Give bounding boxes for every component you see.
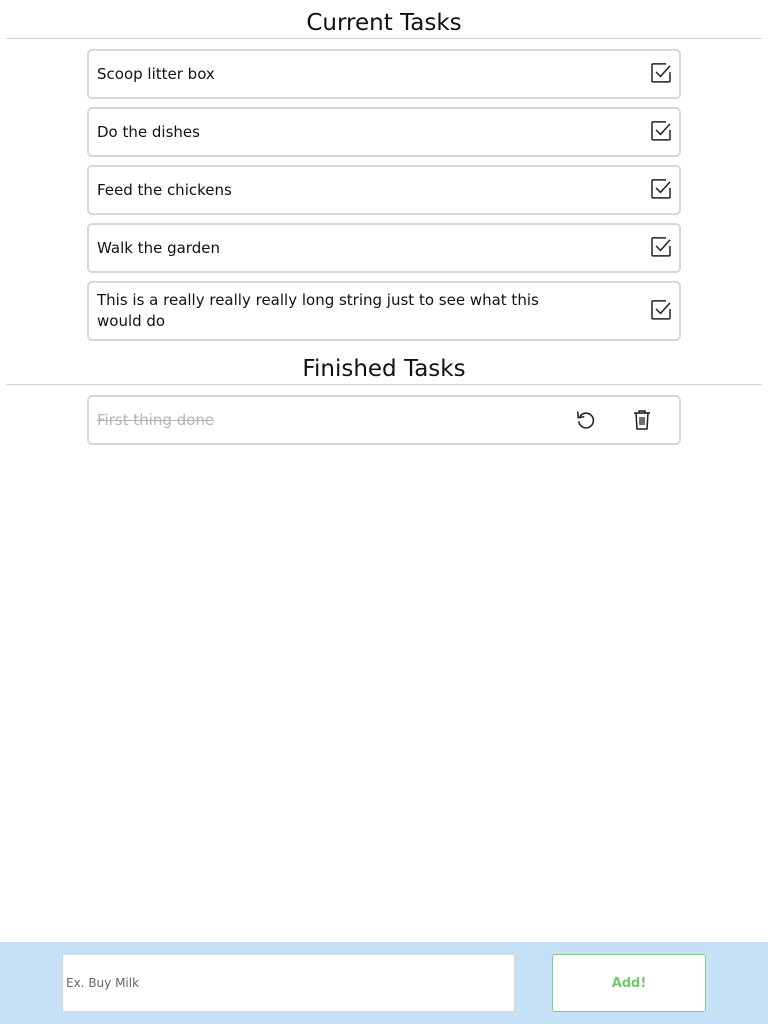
current-task-item: This is a really really really long stri… <box>87 281 681 341</box>
finished-tasks-divider <box>6 384 762 385</box>
finished-task-item: First thing done <box>87 395 681 445</box>
current-tasks-divider <box>6 38 762 39</box>
task-label: Walk the garden <box>97 238 220 257</box>
current-task-item: Feed the chickens <box>87 165 681 215</box>
complete-checkbox-icon[interactable] <box>650 62 672 84</box>
task-label: Do the dishes <box>97 122 200 141</box>
add-task-bar: Add! <box>0 942 768 1024</box>
current-task-item: Walk the garden <box>87 223 681 273</box>
current-task-item: Scoop litter box <box>87 49 681 99</box>
todo-app: Current Tasks Scoop litter box Do the di… <box>0 0 768 1024</box>
finished-tasks-title: Finished Tasks <box>302 356 466 382</box>
undo-icon[interactable] <box>575 409 597 431</box>
add-button[interactable]: Add! <box>552 954 706 1012</box>
current-task-list: Scoop litter box Do the dishes Feed the … <box>87 49 681 341</box>
current-tasks-title: Current Tasks <box>306 10 462 36</box>
current-task-item: Do the dishes <box>87 107 681 157</box>
task-label: This is a really really really long stri… <box>97 291 539 330</box>
complete-checkbox-icon[interactable] <box>650 236 672 258</box>
complete-checkbox-icon[interactable] <box>650 120 672 142</box>
complete-checkbox-icon[interactable] <box>650 178 672 200</box>
trash-icon[interactable] <box>631 409 653 431</box>
finished-task-list: First thing done <box>87 395 681 445</box>
new-task-input[interactable] <box>62 954 515 1012</box>
task-label: Scoop litter box <box>97 64 215 83</box>
complete-checkbox-icon[interactable] <box>650 299 672 321</box>
task-label: Feed the chickens <box>97 180 232 199</box>
